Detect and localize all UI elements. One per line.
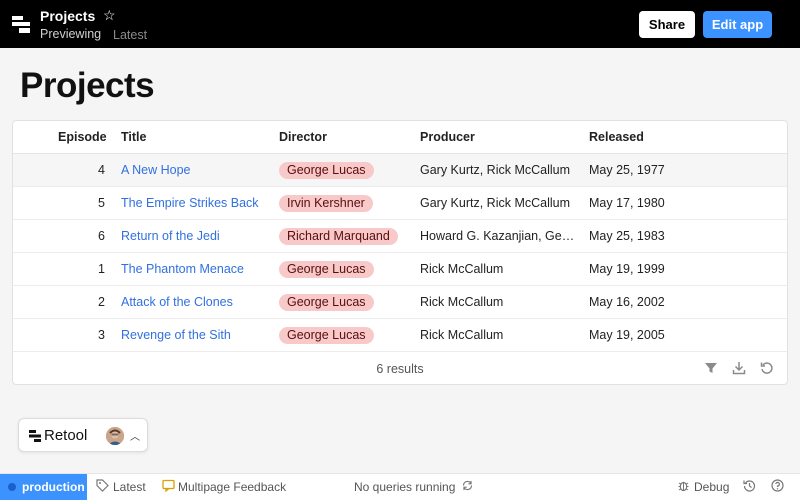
column-header-title[interactable]: Title [121, 130, 146, 144]
environment-label: production [22, 480, 85, 494]
download-icon[interactable] [732, 361, 746, 375]
episode-cell: 2 [98, 295, 105, 309]
director-tag: Richard Marquand [279, 228, 398, 245]
history-icon[interactable] [743, 479, 756, 492]
environment-selector[interactable]: production [0, 474, 87, 500]
table-row[interactable]: 2 Attack of the Clones George Lucas Rick… [13, 286, 787, 319]
episode-cell: 4 [98, 163, 105, 177]
column-header-episode[interactable]: Episode [58, 130, 107, 144]
retool-logo-icon [29, 430, 41, 442]
released-cell: May 16, 2002 [589, 295, 665, 309]
title-link[interactable]: The Empire Strikes Back [121, 196, 259, 210]
title-link[interactable]: Attack of the Clones [121, 295, 233, 309]
feedback-link[interactable]: Multipage Feedback [178, 480, 286, 494]
episode-cell: 3 [98, 328, 105, 342]
episode-cell: 6 [98, 229, 105, 243]
producer-cell: Gary Kurtz, Rick McCallum [420, 163, 571, 177]
environment-dot-icon [8, 483, 16, 491]
producer-cell: Rick McCallum [420, 262, 504, 276]
comment-icon [162, 479, 175, 492]
released-cell: May 25, 1977 [589, 163, 665, 177]
edit-app-button[interactable]: Edit app [703, 11, 772, 38]
sync-icon[interactable] [461, 479, 474, 492]
retool-brand: Retool [44, 427, 88, 444]
title-link[interactable]: Revenge of the Sith [121, 328, 231, 342]
table-row[interactable]: 1 The Phantom Menace George Lucas Rick M… [13, 253, 787, 286]
table-row[interactable]: 3 Revenge of the Sith George Lucas Rick … [13, 319, 787, 352]
table-row[interactable]: 6 Return of the Jedi Richard Marquand Ho… [13, 220, 787, 253]
filter-icon[interactable] [704, 361, 718, 375]
producer-cell: Howard G. Kazanjian, Ge… [420, 229, 575, 243]
projects-table: Episode Title Director Producer Released… [12, 120, 788, 385]
queries-status: No queries running [354, 480, 456, 494]
released-cell: May 25, 1983 [589, 229, 665, 243]
results-count: 6 results [376, 362, 424, 376]
director-tag: George Lucas [279, 327, 374, 344]
table-header: Episode Title Director Producer Released [13, 121, 787, 154]
version-status[interactable]: Latest [113, 480, 146, 494]
director-tag: George Lucas [279, 294, 374, 311]
title-link[interactable]: Return of the Jedi [121, 229, 220, 243]
table-footer: 6 results [13, 352, 787, 384]
debug-button[interactable]: Debug [694, 480, 729, 494]
episode-cell: 1 [98, 262, 105, 276]
avatar[interactable] [106, 427, 124, 445]
director-tag: George Lucas [279, 261, 374, 278]
refresh-icon[interactable] [760, 361, 774, 375]
episode-cell: 5 [98, 196, 105, 210]
column-header-director[interactable]: Director [279, 130, 327, 144]
director-tag: George Lucas [279, 162, 374, 179]
released-cell: May 19, 1999 [589, 262, 665, 276]
page-title: Projects [20, 66, 155, 105]
retool-logo-icon [12, 16, 30, 33]
released-cell: May 17, 1980 [589, 196, 665, 210]
title-link[interactable]: A New Hope [121, 163, 190, 177]
column-header-producer[interactable]: Producer [420, 130, 475, 144]
retool-widget[interactable]: Retool ︿ [18, 418, 148, 452]
director-tag: Irvin Kershner [279, 195, 373, 212]
top-bar: Projects ☆ Previewing Latest Share Edit … [0, 0, 800, 48]
share-button[interactable]: Share [639, 11, 695, 38]
bug-icon [678, 481, 689, 492]
producer-cell: Gary Kurtz, Rick McCallum [420, 196, 571, 210]
producer-cell: Rick McCallum [420, 295, 504, 309]
app-title: Projects [40, 8, 96, 24]
help-icon[interactable] [771, 479, 784, 492]
producer-cell: Rick McCallum [420, 328, 504, 342]
title-link[interactable]: The Phantom Menace [121, 262, 244, 276]
tag-icon [96, 479, 109, 492]
column-header-released[interactable]: Released [589, 130, 644, 144]
star-icon[interactable]: ☆ [103, 7, 116, 24]
table-row[interactable]: 4 A New Hope George Lucas Gary Kurtz, Ri… [13, 154, 787, 187]
released-cell: May 19, 2005 [589, 328, 665, 342]
version-label[interactable]: Latest [113, 28, 147, 42]
chevron-up-icon[interactable]: ︿ [130, 428, 140, 443]
previewing-label: Previewing [40, 27, 102, 41]
status-bar: production Latest Multipage Feedback No … [0, 473, 800, 500]
table-row[interactable]: 5 The Empire Strikes Back Irvin Kershner… [13, 187, 787, 220]
